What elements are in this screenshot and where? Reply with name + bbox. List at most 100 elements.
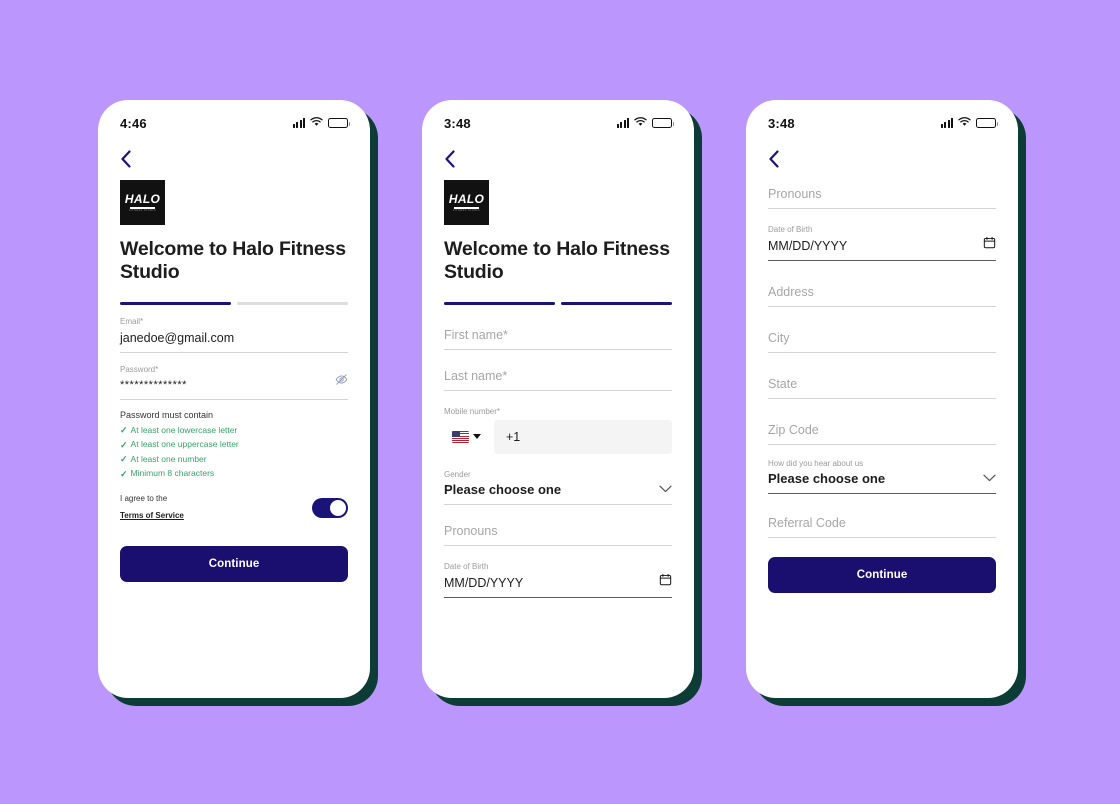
halo-logo: HALO FITNESS STUDIO [120, 180, 165, 225]
password-rule: ✓ At least one number [120, 452, 348, 466]
referral-code-placeholder: Referral Code [768, 516, 846, 531]
pronouns-underline [768, 208, 996, 209]
gender-underline [444, 504, 672, 506]
pronouns-field[interactable]: Pronouns [768, 186, 996, 209]
date-of-birth-field[interactable]: Date of Birth MM/DD/YYYY [768, 225, 996, 261]
last-name-field[interactable]: Last name* [444, 368, 672, 392]
progress-segment-1 [120, 301, 231, 306]
password-rule-label: At least one lowercase letter [130, 424, 238, 435]
password-rule: ✓ At least one lowercase letter [120, 423, 348, 437]
phone-body: 3:48 HALO FITNESS STUDIO Welcome to Halo… [422, 100, 694, 698]
logo-subtext: FITNESS STUDIO [128, 208, 157, 212]
country-code-select[interactable] [444, 420, 488, 454]
address-field[interactable]: Address [768, 284, 996, 307]
progress-indicator [444, 301, 672, 306]
mobile-number-row: +1 [444, 419, 672, 454]
gender-label: Gender [444, 469, 471, 479]
progress-indicator [120, 301, 348, 306]
calendar-icon[interactable] [659, 573, 672, 591]
password-requirements-title: Password must contain [120, 410, 214, 421]
back-button[interactable] [768, 142, 996, 176]
hear-about-us-select[interactable]: How did you hear about us Please choose … [768, 459, 996, 495]
status-icons [616, 114, 674, 132]
check-icon: ✓ [120, 454, 128, 465]
password-label: Password* [120, 364, 159, 374]
check-icon: ✓ [120, 439, 128, 450]
back-button[interactable] [444, 142, 672, 176]
screen-personal: 3:48 HALO FITNESS STUDIO Welcome to Halo… [422, 100, 694, 698]
password-rule-label: At least one number [130, 453, 207, 464]
calendar-icon[interactable] [983, 236, 996, 254]
password-underline [120, 399, 348, 401]
status-time: 4:46 [120, 115, 147, 131]
state-field[interactable]: State [768, 376, 996, 399]
first-name-field[interactable]: First name* [444, 327, 672, 351]
first-name-placeholder: First name* [444, 328, 508, 343]
check-icon: ✓ [120, 468, 128, 479]
battery-icon [976, 118, 998, 128]
logo-wordmark: HALO [448, 191, 485, 206]
password-rule-label: Minimum 8 characters [130, 468, 215, 479]
dob-label: Date of Birth [768, 225, 813, 234]
logo-wordmark: HALO [124, 191, 161, 206]
signal-icon [940, 118, 953, 128]
address-underline [768, 305, 996, 307]
battery-icon [328, 118, 350, 128]
progress-segment-2 [237, 301, 348, 306]
password-field[interactable]: Password* ************** [120, 365, 348, 401]
page-title: Welcome to Halo Fitness Studio [444, 238, 670, 284]
back-button[interactable] [120, 142, 348, 176]
terms-of-service-link[interactable]: Terms of Service [120, 511, 184, 520]
city-placeholder: City [768, 330, 790, 345]
terms-row: I agree to the Terms of Service [120, 493, 348, 523]
chevron-left-icon [121, 150, 131, 168]
password-rule-label: At least one uppercase letter [130, 439, 239, 450]
first-name-underline [444, 349, 672, 351]
status-bar: 3:48 [768, 100, 998, 142]
dial-code-value[interactable]: +1 [494, 419, 672, 454]
screen-address: 3:48 Pronouns Date of Birth MM/DD/YYYY A… [746, 100, 1018, 698]
last-name-underline [444, 390, 672, 392]
hear-about-us-value: Please choose one [768, 471, 886, 487]
wifi-icon [634, 114, 647, 132]
pronouns-field[interactable]: Pronouns [444, 523, 672, 547]
gender-select[interactable]: Gender Please choose one [444, 470, 672, 506]
status-icons [292, 114, 350, 132]
date-of-birth-field[interactable]: Date of Birth MM/DD/YYYY [444, 562, 672, 599]
eye-off-icon[interactable] [335, 373, 348, 391]
dob-underline [768, 259, 996, 261]
chevron-down-icon[interactable] [983, 469, 996, 487]
continue-button[interactable]: Continue [768, 557, 996, 594]
phone-mockup-personal: 3:48 HALO FITNESS STUDIO Welcome to Halo… [422, 100, 702, 706]
gender-value: Please choose one [444, 482, 562, 498]
address-placeholder: Address [768, 284, 814, 299]
toggle-knob [330, 499, 346, 516]
mobile-number-field[interactable]: Mobile number* +1 [444, 407, 672, 454]
continue-button[interactable]: Continue [120, 545, 348, 582]
hear-about-us-underline [768, 493, 996, 495]
chevron-left-icon [445, 150, 455, 168]
zip-code-field[interactable]: Zip Code [768, 422, 996, 445]
check-icon: ✓ [120, 425, 128, 436]
email-label: Email* [120, 317, 144, 327]
terms-text-block: I agree to the Terms of Service [120, 493, 184, 523]
phone-mockup-account: 4:46 HALO FITNESS STUDIO Welcome to Halo… [98, 100, 378, 706]
city-field[interactable]: City [768, 330, 996, 353]
logo-subtext: FITNESS STUDIO [452, 208, 481, 212]
wifi-icon [958, 114, 971, 132]
dob-value: MM/DD/YYYY [768, 238, 848, 253]
progress-segment-1 [444, 301, 555, 306]
email-field[interactable]: Email* janedoe@gmail.com [120, 317, 348, 353]
battery-icon [652, 118, 674, 128]
referral-code-field[interactable]: Referral Code [768, 515, 996, 539]
hear-about-us-label: How did you hear about us [768, 458, 864, 468]
zip-code-placeholder: Zip Code [768, 422, 819, 437]
status-time: 3:48 [444, 115, 471, 131]
email-value: janedoe@gmail.com [120, 330, 235, 345]
terms-toggle[interactable] [312, 497, 348, 518]
password-value: ************** [120, 379, 187, 392]
chevron-down-icon[interactable] [659, 480, 672, 498]
chevron-down-icon [472, 434, 481, 440]
signal-icon [616, 118, 629, 128]
phone-body: 4:46 HALO FITNESS STUDIO Welcome to Halo… [98, 100, 370, 698]
